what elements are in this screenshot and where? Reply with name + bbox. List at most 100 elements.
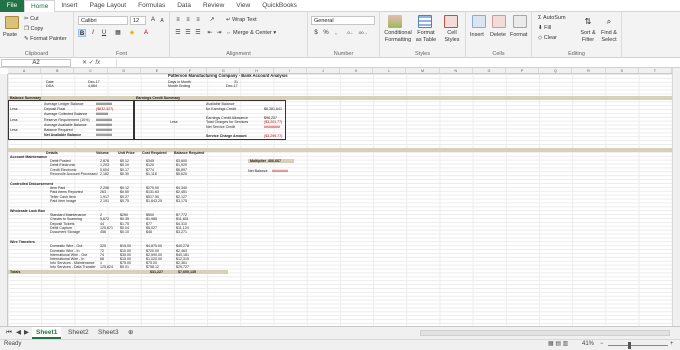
delete-button[interactable]: Delete <box>490 32 506 39</box>
column-header[interactable]: N <box>440 68 473 73</box>
zoom-slider[interactable] <box>608 345 668 346</box>
column-header[interactable]: E <box>141 68 175 73</box>
column-header[interactable]: K <box>340 68 374 73</box>
align-top-icon[interactable]: ≡ <box>174 16 182 24</box>
underline-button[interactable]: U <box>100 29 108 37</box>
tab-home[interactable]: Home <box>24 0 56 13</box>
tab-insert[interactable]: Insert <box>55 0 83 12</box>
merge-center-button[interactable]: ⇔ Merge & Center ▾ <box>226 30 276 37</box>
sheet-tab-2[interactable]: Sheet2 <box>64 327 93 339</box>
number-format-select[interactable]: General <box>311 16 375 25</box>
view-normal-icon[interactable]: ▦ ▤ ▥ <box>548 340 568 347</box>
shrink-font-button[interactable]: A <box>158 17 166 25</box>
align-middle-icon[interactable]: ≡ <box>184 16 192 24</box>
tab-quickbooks[interactable]: QuickBooks <box>256 0 303 12</box>
horizontal-scrollbar[interactable] <box>420 330 670 336</box>
column-header[interactable]: J <box>307 68 341 73</box>
tab-review[interactable]: Review <box>197 0 230 12</box>
column-header[interactable]: P <box>506 68 540 73</box>
copy-button[interactable]: ❐ Copy <box>24 26 43 33</box>
orientation-icon[interactable]: ↗ <box>208 16 216 24</box>
cut-button[interactable]: ✂ Cut <box>24 16 39 23</box>
vertical-scrollbar[interactable] <box>672 68 680 326</box>
clear-label: Clear <box>543 35 557 41</box>
insert-button[interactable]: Insert <box>470 32 484 39</box>
format-as-table-button[interactable]: Format as Table <box>414 30 438 44</box>
tab-file[interactable]: File <box>0 0 24 12</box>
cell-styles-button[interactable]: Cell Styles <box>442 30 462 44</box>
clear-button[interactable]: ◇ Clear <box>538 35 557 42</box>
format-button[interactable]: Format <box>510 32 527 39</box>
align-right-icon[interactable]: ☰ <box>194 29 202 37</box>
column-header[interactable]: L <box>373 68 407 73</box>
sort-filter-button[interactable]: Sort & Filter <box>578 30 598 44</box>
bold-button[interactable]: B <box>78 29 86 37</box>
font-size-select[interactable]: 12 <box>130 16 146 25</box>
zoom-out-icon[interactable]: − <box>600 341 604 347</box>
sheet-tab-3[interactable]: Sheet3 <box>94 327 123 339</box>
align-center-icon[interactable]: ☰ <box>184 29 192 37</box>
delete-cells-icon[interactable] <box>492 15 506 28</box>
paste-button[interactable]: Paste <box>3 32 17 39</box>
font-color-icon[interactable]: A <box>142 29 150 37</box>
grow-font-button[interactable]: A <box>149 16 157 24</box>
wrap-text-button[interactable]: ↵ Wrap Text <box>226 17 257 24</box>
font-name-select[interactable]: Calibri <box>78 16 128 25</box>
format-painter-button[interactable]: ✎ Format Painter <box>24 36 67 43</box>
italic-button[interactable]: I <box>89 29 97 37</box>
zoom-level[interactable]: 41% <box>582 341 594 347</box>
decrease-decimal-icon[interactable]: .00→ <box>358 29 368 37</box>
find-select-button[interactable]: Find & Select <box>599 30 619 44</box>
conditional-formatting-button[interactable]: Conditional Formatting <box>383 30 413 44</box>
currency-button[interactable]: $ <box>312 29 320 37</box>
column-header[interactable]: B <box>41 68 75 73</box>
sort-filter-icon[interactable]: ⇅ <box>581 15 595 28</box>
new-sheet-icon[interactable]: ⊕ <box>124 327 137 339</box>
format-cells-icon[interactable] <box>513 15 527 28</box>
column-header[interactable]: S <box>606 68 639 73</box>
tab-data[interactable]: Data <box>171 0 197 12</box>
column-header[interactable]: O <box>473 68 507 73</box>
bal-line-prefix: Less <box>10 128 18 132</box>
zoom-in-icon[interactable]: + <box>670 341 674 347</box>
column-header[interactable]: R <box>572 68 606 73</box>
increase-decimal-icon[interactable]: .0← <box>346 29 354 37</box>
fx-icon[interactable]: ✕ ✓ fx <box>82 59 112 67</box>
sheet-tab-1[interactable]: Sheet1 <box>32 327 62 339</box>
column-header[interactable]: D <box>108 68 141 73</box>
percent-button[interactable]: % <box>322 29 330 37</box>
increase-indent-icon[interactable]: ⇥ <box>215 29 223 37</box>
column-header[interactable]: T <box>639 68 673 73</box>
column-header[interactable]: G <box>207 68 241 73</box>
column-header[interactable]: A <box>8 68 42 73</box>
zoom-slider-thumb[interactable] <box>628 342 631 349</box>
autosum-button[interactable]: Σ AutoSum <box>538 15 566 22</box>
comma-button[interactable]: , <box>332 29 340 37</box>
decrease-indent-icon[interactable]: ⇤ <box>206 29 214 37</box>
fill-color-icon[interactable]: ◈ <box>128 29 136 37</box>
align-left-icon[interactable]: ☰ <box>174 29 182 37</box>
name-box[interactable]: A2 <box>1 59 71 67</box>
tab-formulas[interactable]: Formulas <box>132 0 171 12</box>
column-header[interactable]: C <box>74 68 108 73</box>
align-bottom-icon[interactable]: ≡ <box>194 16 202 24</box>
bal-line-label: Average Collected Balance <box>44 112 88 117</box>
find-select-icon[interactable]: ⌕ <box>602 15 616 28</box>
insert-cells-icon[interactable] <box>472 15 486 28</box>
conditional-formatting-icon[interactable] <box>388 15 402 28</box>
column-header[interactable]: I <box>274 68 307 73</box>
column-header[interactable]: F <box>174 68 208 73</box>
column-header[interactable]: M <box>406 68 440 73</box>
paste-icon[interactable] <box>5 16 19 29</box>
tab-page-layout[interactable]: Page Layout <box>84 0 133 12</box>
tab-view[interactable]: View <box>230 0 256 12</box>
spreadsheet-grid[interactable]: Patterson Manufacturing Company - Bank A… <box>8 74 672 326</box>
fill-button[interactable]: ⬇ Fill <box>538 25 551 32</box>
column-header[interactable]: Q <box>539 68 573 73</box>
format-table-icon[interactable] <box>418 15 432 28</box>
number-group: General $ % , .0← .00→ Number <box>308 12 380 58</box>
column-header[interactable]: H <box>240 68 274 73</box>
cell-styles-icon[interactable] <box>444 15 458 28</box>
borders-icon[interactable]: ▦ <box>114 29 122 37</box>
formula-input[interactable] <box>116 59 678 67</box>
